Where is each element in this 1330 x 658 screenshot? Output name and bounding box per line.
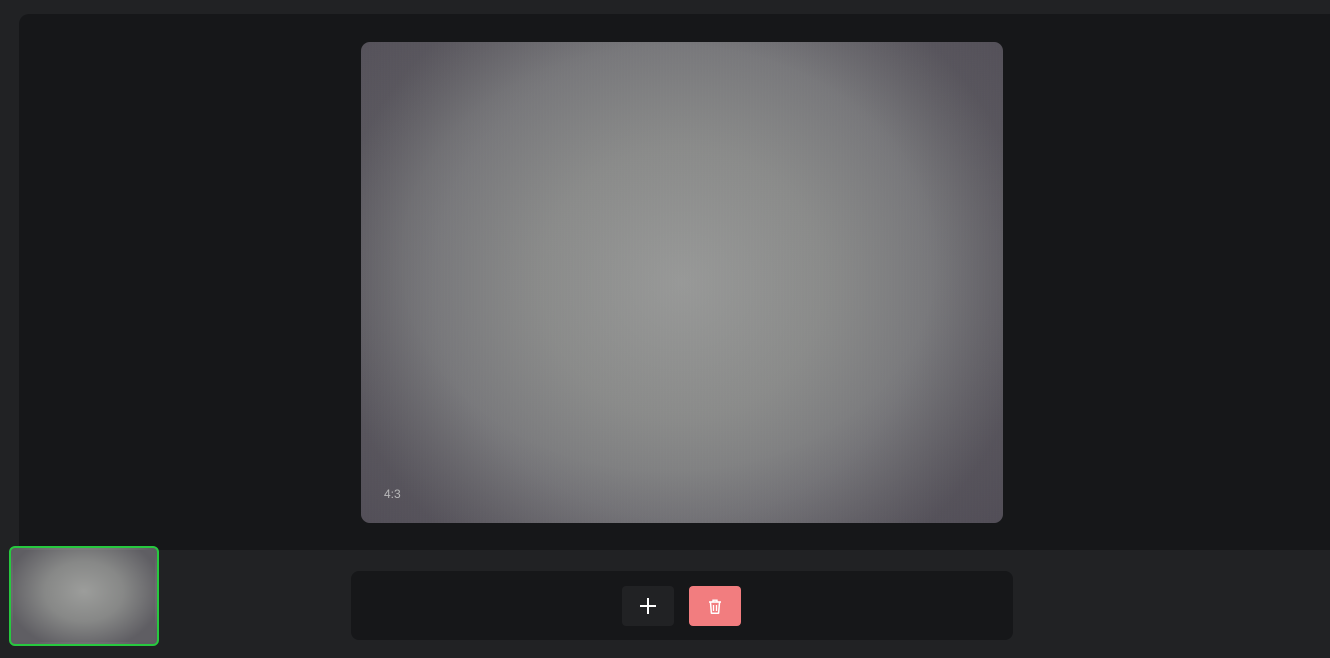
camera-vignette-overlay (361, 42, 1003, 523)
camera-preview: 4:3 (361, 42, 1003, 523)
plus-icon (640, 598, 656, 614)
aspect-ratio-label: 4:3 (384, 487, 401, 501)
thumbnail-image (13, 550, 155, 642)
capture-toolbar (351, 571, 1013, 640)
capture-thumbnail-selected[interactable] (9, 546, 159, 646)
trash-icon (709, 599, 721, 614)
app-window: 4:3 (0, 0, 1330, 658)
delete-capture-button[interactable] (689, 586, 741, 626)
add-capture-button[interactable] (622, 586, 674, 626)
viewer-panel: 4:3 (19, 14, 1330, 550)
